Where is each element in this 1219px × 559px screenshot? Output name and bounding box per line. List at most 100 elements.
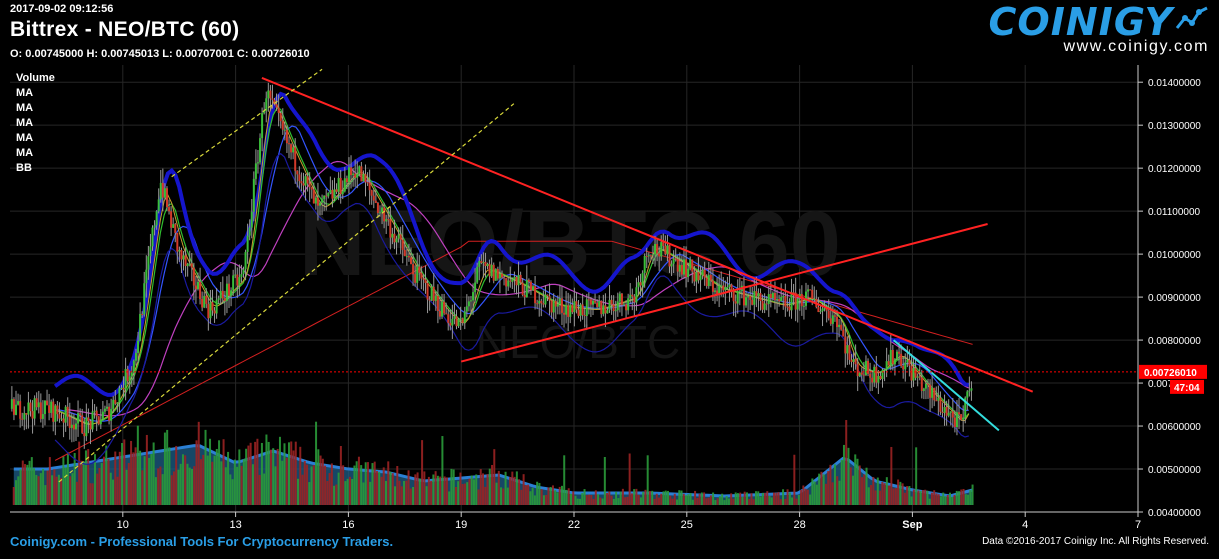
volume-bar bbox=[773, 492, 776, 505]
volume-bar bbox=[461, 483, 464, 505]
volume-bar bbox=[942, 492, 945, 505]
candle-body bbox=[693, 271, 696, 282]
volume-bar bbox=[617, 498, 620, 505]
candle-body bbox=[736, 291, 739, 304]
volume-bar bbox=[619, 491, 622, 505]
volume-bar bbox=[265, 434, 268, 505]
legend-volume[interactable]: Volume bbox=[16, 71, 55, 86]
candle-body bbox=[149, 246, 152, 257]
volume-bar bbox=[531, 487, 534, 505]
volume-bar bbox=[592, 498, 595, 505]
candle-body bbox=[242, 269, 245, 275]
candle-body bbox=[724, 287, 727, 291]
volume-bar bbox=[157, 468, 160, 505]
candle-body bbox=[114, 399, 117, 404]
candle-body bbox=[763, 303, 766, 310]
volume-bar bbox=[682, 493, 685, 505]
volume-bar bbox=[335, 484, 338, 505]
volume-bar bbox=[648, 491, 651, 505]
volume-bar bbox=[57, 474, 60, 505]
legend-ma-4[interactable]: MA bbox=[16, 131, 55, 146]
volume-bar bbox=[98, 467, 101, 505]
candle-body bbox=[850, 359, 853, 362]
volume-bar bbox=[664, 490, 667, 505]
volume-bar bbox=[416, 472, 419, 505]
volume-bar bbox=[560, 485, 563, 505]
candle-body bbox=[465, 306, 468, 312]
volume-bar bbox=[522, 474, 525, 505]
volume-bar bbox=[315, 421, 318, 505]
volume-bar bbox=[840, 459, 843, 505]
volume-bar bbox=[937, 494, 940, 505]
volume-bar bbox=[493, 449, 496, 505]
candle-body bbox=[490, 264, 493, 277]
volume-bar bbox=[209, 438, 212, 505]
volume-bar bbox=[935, 493, 938, 505]
legend-ma-1[interactable]: MA bbox=[16, 86, 55, 101]
volume-bar bbox=[400, 486, 403, 505]
volume-bar bbox=[824, 483, 827, 505]
volume-bar bbox=[193, 466, 196, 505]
candle-body bbox=[70, 424, 73, 428]
volume-bar bbox=[373, 461, 376, 505]
candle-body bbox=[620, 293, 623, 305]
volume-bar bbox=[933, 490, 936, 505]
candle-body bbox=[790, 292, 793, 311]
volume-bar bbox=[759, 496, 762, 505]
candle-body bbox=[393, 233, 396, 243]
volume-bar bbox=[585, 495, 588, 505]
volume-bar bbox=[597, 494, 600, 505]
volume-bar bbox=[256, 438, 259, 505]
price-chart[interactable]: NEO/BTC 60 NEO/BTC 10 13 16 19 22 25 28 Sep 4 70.… bbox=[0, 0, 1219, 559]
volume-bar bbox=[19, 469, 22, 505]
candle-body bbox=[517, 274, 520, 286]
volume-bar bbox=[610, 495, 613, 505]
volume-bars bbox=[12, 420, 974, 505]
candle-body bbox=[660, 242, 663, 257]
volume-bar bbox=[240, 465, 243, 505]
candle-body bbox=[877, 375, 880, 383]
footer-tagline[interactable]: Coinigy.com - Professional Tools For Cry… bbox=[10, 534, 393, 549]
candle-body bbox=[887, 361, 890, 366]
volume-bar bbox=[734, 492, 737, 505]
volume-bar bbox=[791, 497, 794, 505]
volume-bar bbox=[542, 495, 545, 505]
candle-body bbox=[277, 107, 280, 114]
candle-body bbox=[254, 163, 257, 179]
candle-body bbox=[248, 227, 251, 236]
candle-body bbox=[538, 300, 541, 304]
volume-bar bbox=[154, 477, 157, 505]
volume-bar bbox=[269, 449, 272, 505]
candle-body bbox=[234, 274, 237, 276]
candle-body bbox=[920, 377, 923, 391]
volume-bar bbox=[969, 490, 972, 505]
volume-bar bbox=[709, 495, 712, 505]
legend-ma-3[interactable]: MA bbox=[16, 116, 55, 131]
legend-ma-5[interactable]: MA bbox=[16, 146, 55, 161]
volume-bar bbox=[639, 497, 642, 505]
candle-body bbox=[314, 197, 317, 204]
volume-bar bbox=[495, 482, 498, 505]
volume-bar bbox=[714, 500, 717, 505]
volume-bar bbox=[838, 480, 841, 505]
volume-bar bbox=[606, 492, 609, 505]
candle-body bbox=[110, 408, 113, 421]
candle-body bbox=[337, 177, 340, 192]
volume-bar bbox=[310, 466, 313, 505]
y-tick-label: 0.00900000 bbox=[1148, 293, 1201, 304]
candle-body bbox=[546, 294, 549, 297]
candle-body bbox=[403, 249, 406, 257]
volume-bar bbox=[112, 479, 115, 505]
candle-body bbox=[463, 311, 466, 323]
candle-body bbox=[10, 399, 13, 409]
volume-bar bbox=[123, 439, 126, 505]
legend-ma-2[interactable]: MA bbox=[16, 101, 55, 116]
volume-bar bbox=[630, 493, 633, 505]
candle-body bbox=[747, 295, 750, 298]
volume-bar bbox=[806, 489, 809, 505]
candle-body bbox=[507, 280, 510, 287]
volume-bar bbox=[249, 442, 252, 505]
candle-body bbox=[391, 233, 394, 238]
volume-bar bbox=[745, 492, 748, 505]
legend-bb[interactable]: BB bbox=[16, 161, 55, 176]
